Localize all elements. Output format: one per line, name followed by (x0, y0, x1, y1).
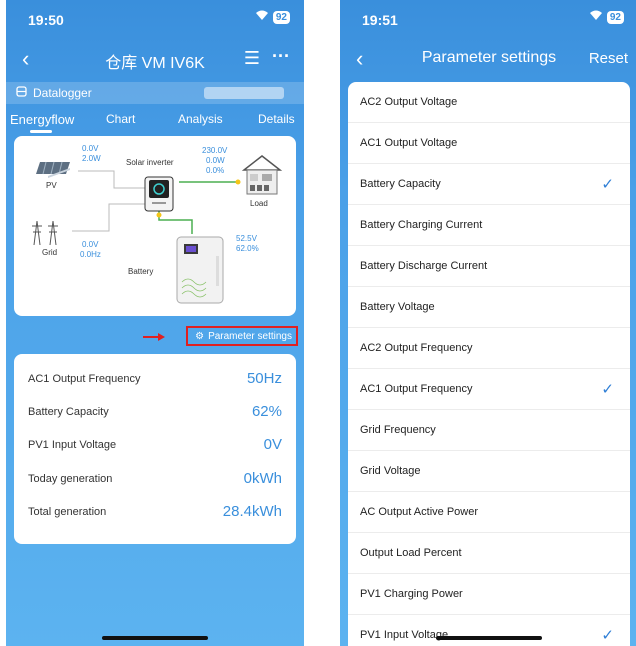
red-arrow-annotation (143, 333, 165, 341)
stat-row: Battery Capacity 62% (28, 395, 282, 428)
parameter-item-label: Battery Voltage (360, 301, 435, 313)
parameter-item-label: Grid Frequency (360, 424, 436, 436)
stat-row: AC1 Output Frequency 50Hz (28, 362, 282, 395)
parameter-item-label: Output Load Percent (360, 547, 462, 559)
tab-details[interactable]: Details (258, 112, 295, 126)
parameter-settings-label: Parameter settings (208, 330, 292, 342)
sliders-icon[interactable]: ☰ (244, 48, 260, 69)
stat-value: 28.4kWh (222, 503, 282, 520)
stat-row: Total generation 28.4kWh (28, 495, 282, 528)
parameter-item-label: AC1 Output Voltage (360, 137, 458, 149)
parameter-list-item[interactable]: PV1 Charging Power (348, 574, 630, 615)
stat-label: Today generation (28, 472, 113, 485)
parameter-item-label: PV1 Input Voltage (360, 629, 449, 641)
stat-label: PV1 Input Voltage (28, 438, 117, 451)
stat-value: 50Hz (246, 370, 282, 387)
battery-unit-icon (176, 236, 224, 309)
stat-value: 0V (263, 436, 282, 453)
grid-frequency: 0.0Hz (80, 250, 101, 259)
inverter-icon (144, 176, 174, 217)
tab-energyflow[interactable]: Energyflow (10, 112, 74, 127)
parameter-list-item[interactable]: PV1 Input Voltage ✓ (348, 615, 630, 646)
datalogger-serial-redacted (204, 87, 284, 99)
parameter-list-item[interactable]: AC Output Active Power (348, 492, 630, 533)
top-nav: ‹ 仓库 VM IV6K ☰ ··· (6, 40, 304, 76)
tab-chart[interactable]: Chart (106, 112, 135, 126)
house-load-icon (240, 154, 284, 201)
gear-icon: ⚙ (195, 330, 205, 342)
grid-tower-icon (28, 218, 62, 251)
pv-voltage: 0.0V (82, 144, 99, 153)
parameter-item-label: AC1 Output Frequency (360, 383, 473, 395)
stat-row: PV1 Input Voltage 0V (28, 428, 282, 461)
wifi-icon (589, 10, 603, 24)
energyflow-screen: 19:50 92 ‹ 仓库 VM IV6K ☰ ··· Datalogger E… (6, 0, 304, 646)
parameter-item-label: Battery Capacity (360, 178, 441, 190)
status-bar: 19:50 92 (6, 0, 304, 34)
wifi-icon (255, 10, 269, 24)
battery-voltage: 52.5V (236, 234, 257, 243)
stat-label: Total generation (28, 505, 107, 518)
parameter-item-label: AC Output Active Power (360, 506, 478, 518)
active-tab-indicator (30, 130, 52, 133)
checkmark-icon: ✓ (601, 176, 614, 193)
parameter-settings-link[interactable]: ⚙ Parameter settings (186, 326, 298, 346)
grid-label: Grid (42, 248, 58, 257)
parameter-item-label: Grid Voltage (360, 465, 421, 477)
parameter-list-item[interactable]: Battery Discharge Current (348, 246, 630, 287)
stat-value: 0kWh (243, 470, 282, 487)
datalogger-label: Datalogger (33, 86, 92, 100)
more-dots-icon[interactable]: ··· (272, 46, 290, 67)
datalogger-bar[interactable]: Datalogger (6, 82, 304, 104)
battery-label: Battery (128, 267, 154, 276)
parameter-item-label: Battery Charging Current (360, 219, 483, 231)
battery-percent: 62.0% (236, 244, 259, 253)
stat-label: AC1 Output Frequency (28, 372, 141, 385)
checkmark-icon: ✓ (601, 381, 614, 398)
parameter-item-label: PV1 Charging Power (360, 588, 463, 600)
grid-voltage: 0.0V (82, 240, 99, 249)
home-indicator[interactable] (436, 636, 542, 640)
top-nav: ‹ Parameter settings Reset (340, 40, 636, 76)
datalogger-icon (16, 86, 27, 100)
battery-status-icon: 92 (606, 10, 624, 24)
parameter-list: AC2 Output Voltage AC1 Output Voltage Batt… (348, 82, 630, 646)
stat-value: 62% (251, 403, 282, 420)
checkmark-icon: ✓ (601, 627, 614, 644)
parameter-list-item[interactable]: AC1 Output Frequency ✓ (348, 369, 630, 410)
load-voltage: 230.0V (202, 146, 228, 155)
load-power: 0.0W (206, 156, 225, 165)
parameter-list-item[interactable]: Battery Voltage (348, 287, 630, 328)
load-label: Load (250, 199, 268, 208)
stats-card: AC1 Output Frequency 50Hz Battery Capaci… (14, 354, 296, 544)
stat-label: Battery Capacity (28, 405, 109, 418)
tab-analysis[interactable]: Analysis (178, 112, 223, 126)
parameter-item-label: AC2 Output Voltage (360, 96, 458, 108)
status-time: 19:51 (362, 12, 398, 28)
battery-status-icon: 92 (272, 10, 290, 24)
parameter-list-item[interactable]: Battery Capacity ✓ (348, 164, 630, 205)
solar-panel-icon (34, 160, 74, 183)
load-percent: 0.0% (206, 166, 225, 175)
pv-power: 2.0W (82, 154, 101, 163)
energy-flow-card: PV 0.0V 2.0W Solar inverter 230.0V 0.0W … (14, 136, 296, 316)
parameter-list-item[interactable]: Output Load Percent (348, 533, 630, 574)
tab-bar: Energyflow Chart Analysis Details (6, 110, 304, 133)
parameter-item-label: AC2 Output Frequency (360, 342, 473, 354)
parameter-list-item[interactable]: Grid Frequency (348, 410, 630, 451)
stat-row: Today generation 0kWh (28, 462, 282, 495)
parameter-settings-screen: 19:51 92 ‹ Parameter settings Reset AC2 … (340, 0, 636, 646)
parameter-item-label: Battery Discharge Current (360, 260, 488, 272)
status-bar: 19:51 92 (340, 0, 636, 34)
parameter-list-item[interactable]: AC1 Output Voltage (348, 123, 630, 164)
parameter-list-item[interactable]: Battery Charging Current (348, 205, 630, 246)
pv-label: PV (46, 181, 57, 190)
parameter-list-item[interactable]: Grid Voltage (348, 451, 630, 492)
inverter-label: Solar inverter (126, 158, 174, 167)
status-time: 19:50 (28, 12, 64, 28)
parameter-list-item[interactable]: AC2 Output Voltage (348, 82, 630, 123)
parameter-list-item[interactable]: AC2 Output Frequency (348, 328, 630, 369)
reset-button[interactable]: Reset (589, 50, 628, 67)
home-indicator[interactable] (102, 636, 208, 640)
